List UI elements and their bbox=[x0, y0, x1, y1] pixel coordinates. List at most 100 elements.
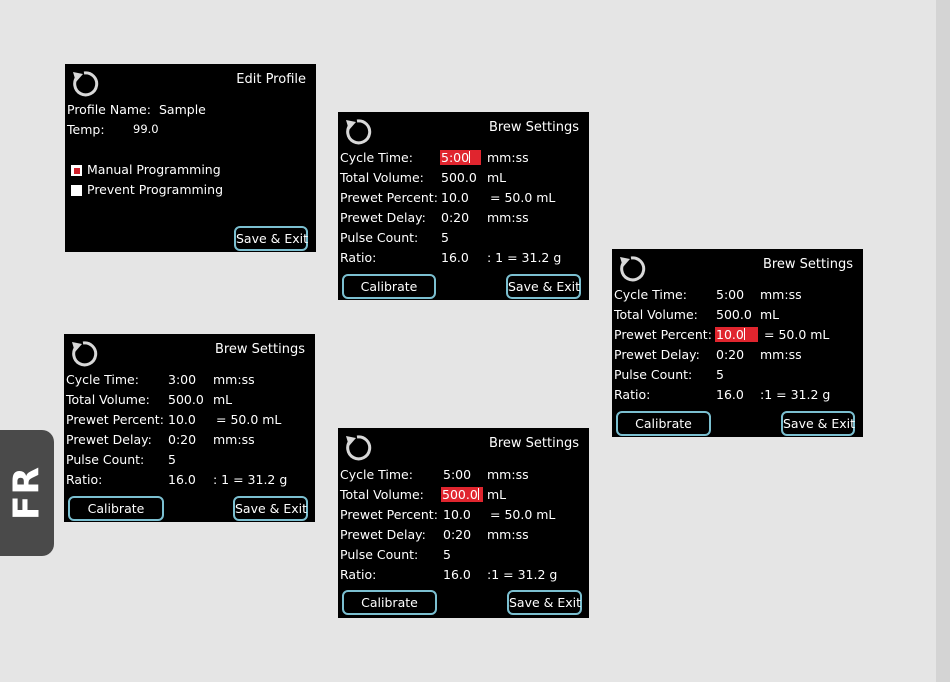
prevent-programming-label: Prevent Programming bbox=[87, 182, 224, 197]
prewet-percent-label: Prewet Percent: bbox=[614, 327, 712, 342]
cycle-time-value[interactable]: 3:00 bbox=[168, 372, 196, 387]
prevent-programming-option[interactable]: Prevent Programming bbox=[67, 182, 316, 200]
pulse-count-value[interactable]: 5 bbox=[716, 367, 724, 382]
pulse-count-row: Pulse Count: 5 bbox=[340, 230, 589, 248]
prewet-percent-unit: = 50.0 mL bbox=[490, 507, 556, 522]
prewet-delay-row: Prewet Delay: 0:20 mm:ss bbox=[614, 347, 863, 365]
prewet-delay-value[interactable]: 0:20 bbox=[443, 527, 471, 542]
refresh-icon[interactable] bbox=[342, 433, 372, 463]
temp-value[interactable]: 99.0 bbox=[133, 122, 159, 136]
screen-title: Brew Settings bbox=[488, 120, 579, 135]
ratio-label: Ratio: bbox=[614, 387, 651, 402]
save-exit-button[interactable]: Save & Exit bbox=[781, 411, 855, 436]
cycle-time-label: Cycle Time: bbox=[614, 287, 687, 302]
refresh-icon[interactable] bbox=[68, 339, 98, 369]
brew-settings-screen: Brew Settings Cycle Time: 3:00 mm:ss Tot… bbox=[64, 334, 315, 522]
language-side-tab: FR bbox=[0, 430, 54, 556]
profile-name-value[interactable]: Sample bbox=[159, 102, 206, 117]
ratio-value[interactable]: 16.0 bbox=[716, 387, 744, 402]
pulse-count-value[interactable]: 5 bbox=[441, 230, 449, 245]
cycle-time-value[interactable]: 5:00 bbox=[443, 467, 471, 482]
ratio-row: Ratio: 16.0 : 1 = 31.2 g bbox=[66, 472, 315, 490]
screen-title: Brew Settings bbox=[762, 257, 853, 272]
prewet-delay-unit: mm:ss bbox=[213, 432, 255, 447]
ratio-value[interactable]: 16.0 bbox=[443, 567, 471, 582]
prewet-delay-value[interactable]: 0:20 bbox=[441, 210, 469, 225]
cycle-time-label: Cycle Time: bbox=[66, 372, 139, 387]
ratio-row: Ratio: 16.0 : 1 = 31.2 g bbox=[340, 250, 589, 268]
prewet-delay-unit: mm:ss bbox=[487, 210, 529, 225]
ratio-unit: : 1 = 31.2 g bbox=[213, 472, 288, 487]
total-volume-unit: mL bbox=[487, 170, 507, 185]
prewet-percent-label: Prewet Percent: bbox=[340, 507, 438, 522]
refresh-icon[interactable] bbox=[342, 117, 372, 147]
brew-settings-screen-total-volume: Brew Settings Cycle Time: 5:00 mm:ss Tot… bbox=[338, 428, 589, 618]
ratio-value[interactable]: 16.0 bbox=[168, 472, 196, 487]
profile-name-label: Profile Name: bbox=[67, 102, 151, 117]
screen-title: Brew Settings bbox=[488, 436, 579, 451]
prewet-percent-label: Prewet Percent: bbox=[66, 412, 164, 427]
refresh-icon[interactable] bbox=[616, 254, 646, 284]
screen-title: Edit Profile bbox=[236, 72, 306, 87]
total-volume-value[interactable]: 500.0 bbox=[441, 487, 483, 502]
pulse-count-value[interactable]: 5 bbox=[168, 452, 176, 467]
total-volume-row: Total Volume: 500.0 mL bbox=[340, 170, 589, 188]
refresh-icon[interactable] bbox=[69, 69, 99, 99]
save-exit-button[interactable]: Save & Exit bbox=[506, 274, 581, 299]
language-label: FR bbox=[6, 465, 48, 521]
cycle-time-unit: mm:ss bbox=[213, 372, 255, 387]
prevent-programming-checkbox[interactable] bbox=[71, 185, 82, 196]
total-volume-value[interactable]: 500.0 bbox=[716, 307, 752, 322]
total-volume-value[interactable]: 500.0 bbox=[168, 392, 204, 407]
pulse-count-label: Pulse Count: bbox=[340, 547, 419, 562]
prewet-percent-value[interactable]: 10.0 bbox=[443, 507, 471, 522]
ratio-value[interactable]: 16.0 bbox=[441, 250, 469, 265]
prewet-percent-value[interactable]: 10.0 bbox=[168, 412, 196, 427]
cycle-time-label: Cycle Time: bbox=[340, 150, 413, 165]
prewet-delay-value[interactable]: 0:20 bbox=[168, 432, 196, 447]
prewet-percent-row: Prewet Percent: 10.0 = 50.0 mL bbox=[614, 327, 863, 345]
calibrate-button[interactable]: Calibrate bbox=[616, 411, 711, 436]
cycle-time-unit: mm:ss bbox=[760, 287, 802, 302]
save-exit-button[interactable]: Save & Exit bbox=[507, 590, 582, 615]
prewet-percent-label: Prewet Percent: bbox=[340, 190, 438, 205]
ratio-label: Ratio: bbox=[340, 250, 377, 265]
save-exit-button[interactable]: Save & Exit bbox=[233, 496, 308, 521]
checked-dot bbox=[73, 167, 80, 174]
profile-name-row: Profile Name: Sample bbox=[67, 102, 316, 120]
pulse-count-label: Pulse Count: bbox=[66, 452, 145, 467]
cycle-time-value[interactable]: 5:00 bbox=[440, 150, 482, 165]
selection-fill bbox=[744, 327, 757, 341]
prewet-delay-label: Prewet Delay: bbox=[340, 527, 426, 542]
temp-label: Temp: bbox=[67, 122, 105, 137]
manual-programming-checkbox[interactable] bbox=[71, 165, 82, 176]
page-edge-strip bbox=[936, 0, 950, 682]
prewet-percent-row: Prewet Percent: 10.0 = 50.0 mL bbox=[340, 507, 589, 525]
cycle-time-value[interactable]: 5:00 bbox=[716, 287, 744, 302]
cycle-time-value-text: 5:00 bbox=[441, 150, 470, 165]
pulse-count-row: Pulse Count: 5 bbox=[614, 367, 863, 385]
calibrate-button[interactable]: Calibrate bbox=[342, 274, 436, 299]
total-volume-value[interactable]: 500.0 bbox=[441, 170, 477, 185]
pulse-count-value[interactable]: 5 bbox=[443, 547, 451, 562]
prewet-delay-value[interactable]: 0:20 bbox=[716, 347, 744, 362]
screen-title: Brew Settings bbox=[214, 342, 305, 357]
ratio-unit: :1 = 31.2 g bbox=[487, 567, 558, 582]
manual-programming-option[interactable]: Manual Programming bbox=[67, 162, 316, 180]
save-exit-button[interactable]: Save & Exit bbox=[234, 226, 308, 251]
calibrate-button[interactable]: Calibrate bbox=[342, 590, 437, 615]
prewet-delay-row: Prewet Delay: 0:20 mm:ss bbox=[66, 432, 315, 450]
prewet-percent-row: Prewet Percent: 10.0 = 50.0 mL bbox=[66, 412, 315, 430]
prewet-percent-value[interactable]: 10.0 bbox=[441, 190, 469, 205]
prewet-delay-row: Prewet Delay: 0:20 mm:ss bbox=[340, 527, 589, 545]
prewet-percent-unit: = 50.0 mL bbox=[764, 327, 830, 342]
pulse-count-row: Pulse Count: 5 bbox=[340, 547, 589, 565]
total-volume-label: Total Volume: bbox=[340, 487, 424, 502]
prewet-percent-unit: = 50.0 mL bbox=[490, 190, 556, 205]
ratio-label: Ratio: bbox=[66, 472, 103, 487]
pulse-count-row: Pulse Count: 5 bbox=[66, 452, 315, 470]
prewet-delay-label: Prewet Delay: bbox=[66, 432, 152, 447]
prewet-percent-row: Prewet Percent: 10.0 = 50.0 mL bbox=[340, 190, 589, 208]
calibrate-button[interactable]: Calibrate bbox=[68, 496, 164, 521]
prewet-percent-value[interactable]: 10.0 bbox=[715, 327, 758, 342]
